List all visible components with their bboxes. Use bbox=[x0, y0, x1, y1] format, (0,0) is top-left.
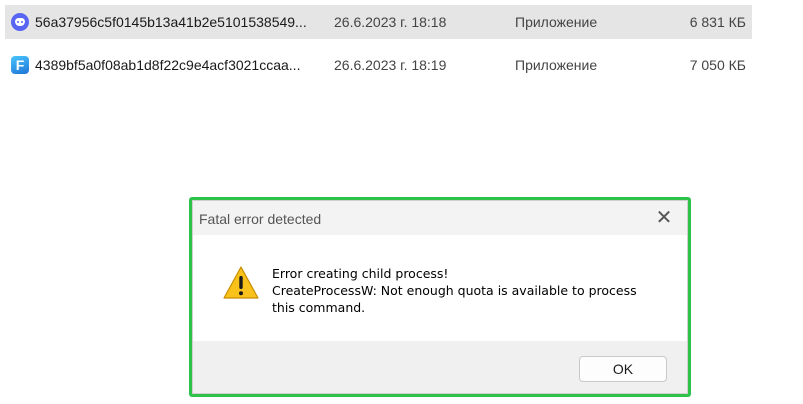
file-type: Приложение bbox=[515, 14, 598, 30]
file-type: Приложение bbox=[515, 57, 598, 73]
file-name: 56a37956c5f0145b13a41b2e5101538549... bbox=[35, 14, 307, 30]
highlight-outline bbox=[189, 197, 691, 397]
explorer-window: 56a37956c5f0145b13a41b2e5101538549... 26… bbox=[0, 0, 803, 404]
fortnite-icon: F bbox=[11, 56, 29, 74]
file-row-2[interactable]: F 4389bf5a0f08ab1d8f22c9e4acf3021ccaa...… bbox=[5, 48, 752, 82]
file-size: 7 050 КБ bbox=[689, 57, 746, 73]
file-date: 26.6.2023 г. 18:18 bbox=[334, 14, 447, 30]
file-name: 4389bf5a0f08ab1d8f22c9e4acf3021ccaa... bbox=[35, 57, 301, 73]
file-date: 26.6.2023 г. 18:19 bbox=[334, 57, 447, 73]
discord-icon bbox=[11, 13, 29, 31]
file-row-1[interactable]: 56a37956c5f0145b13a41b2e5101538549... 26… bbox=[5, 5, 752, 39]
file-size: 6 831 КБ bbox=[689, 14, 746, 30]
